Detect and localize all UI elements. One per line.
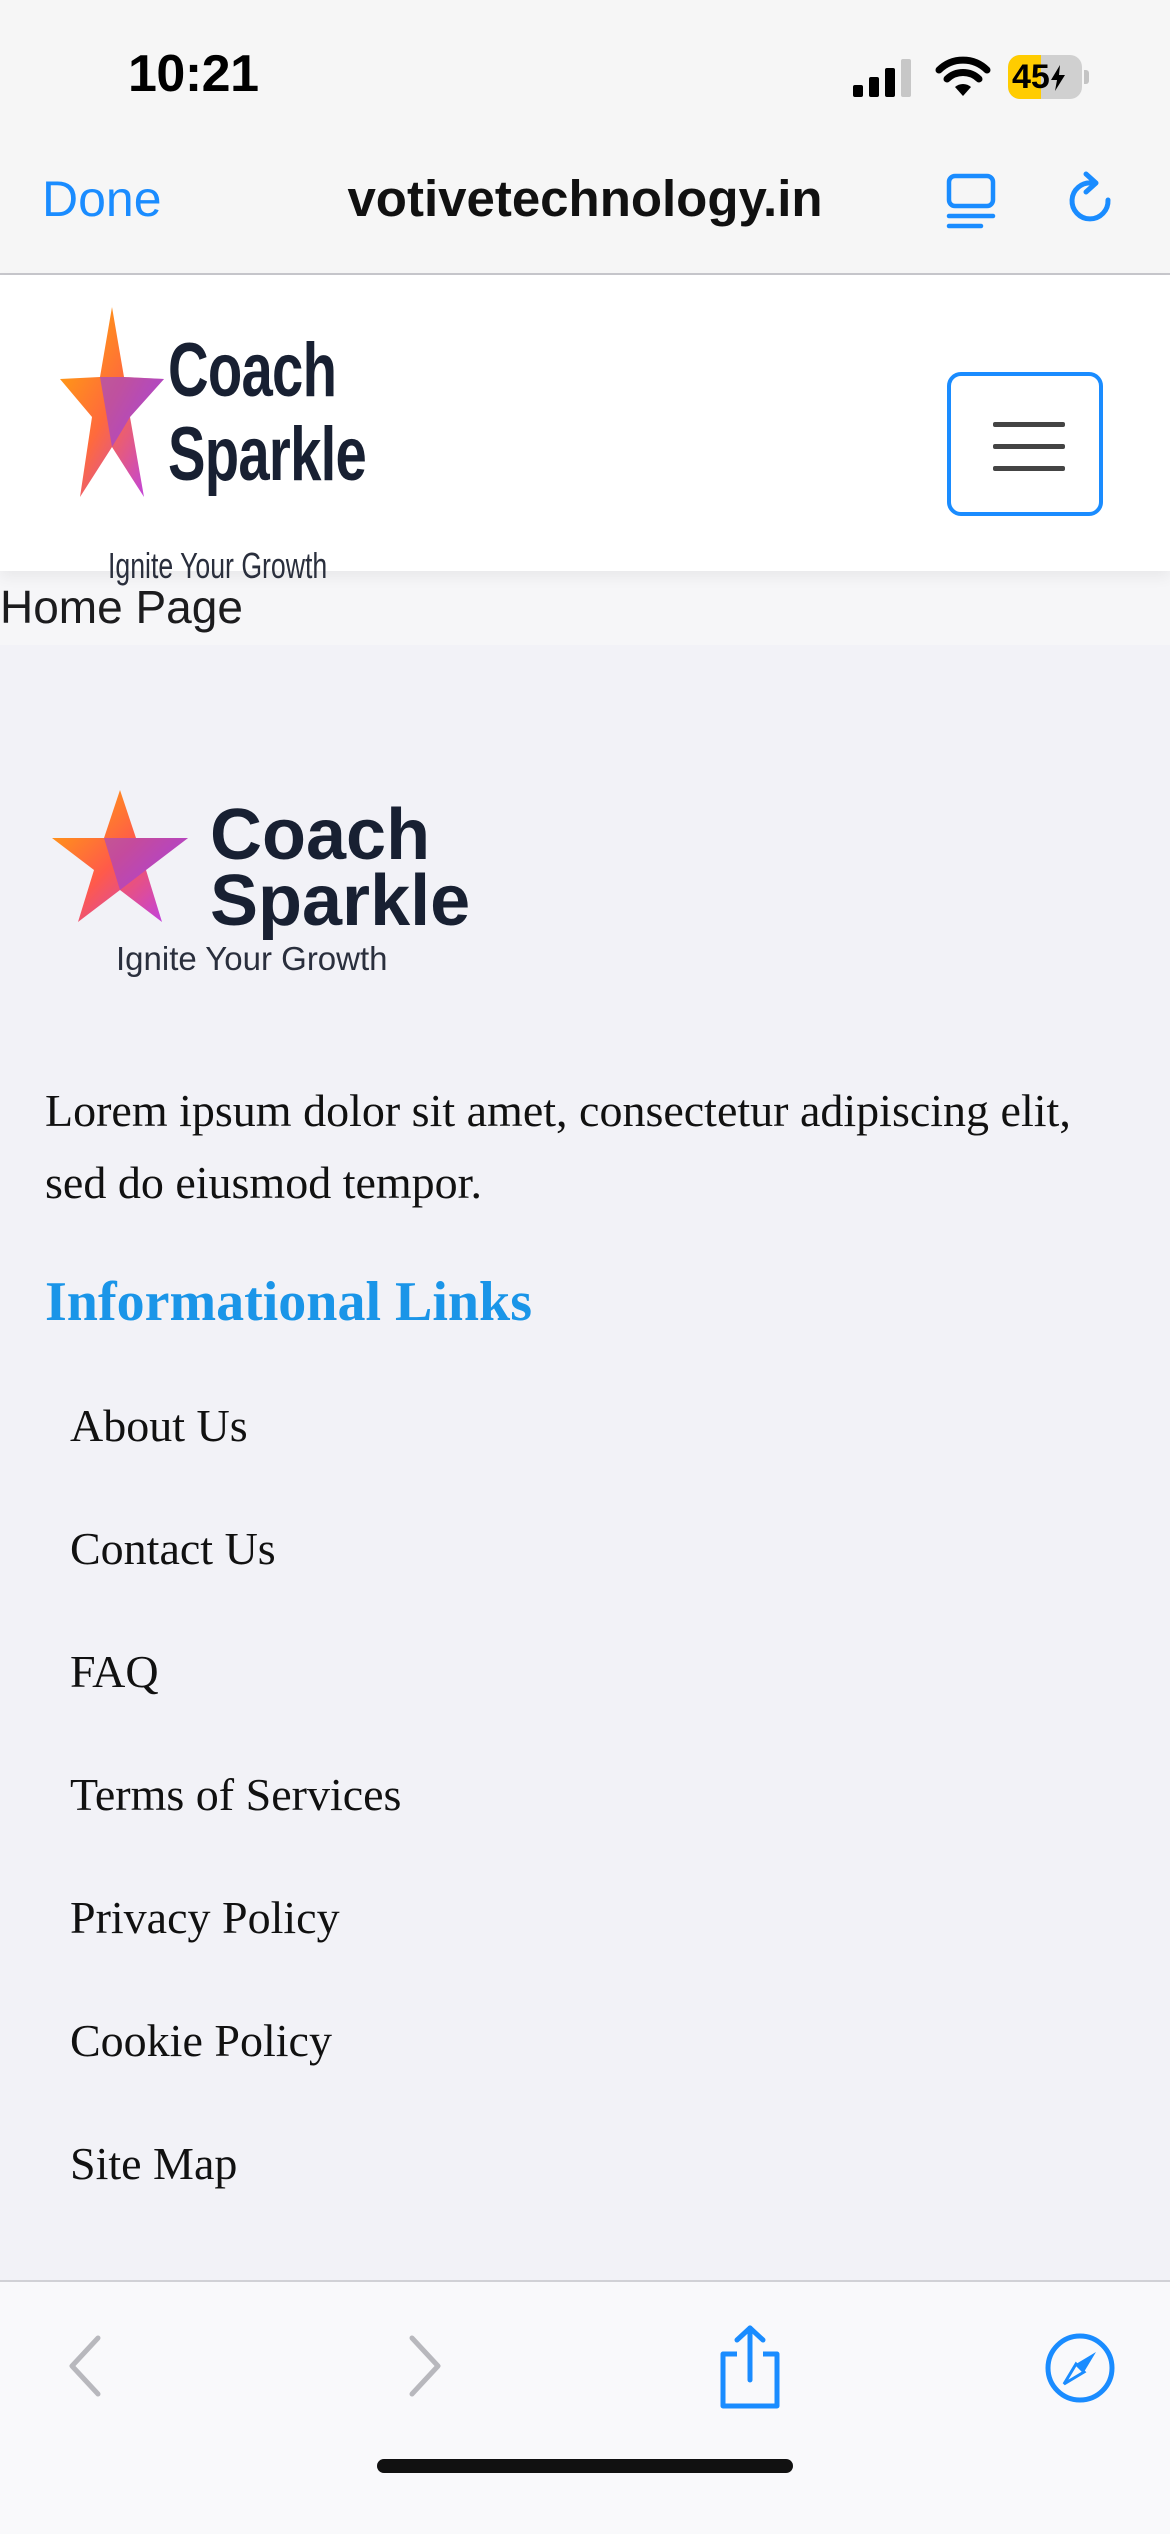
battery-indicator: 45	[1008, 55, 1089, 99]
site-header: Coach Sparkle Ignite Your Growth	[0, 275, 1170, 586]
logo-tagline: Ignite Your Growth	[116, 940, 388, 977]
charging-bolt-icon	[1050, 65, 1065, 91]
battery-body: 45	[1008, 55, 1082, 99]
compass-icon[interactable]	[1044, 2332, 1116, 2404]
logo-word-sparkle: Sparkle	[168, 412, 367, 497]
hamburger-line	[993, 422, 1065, 427]
share-icon[interactable]	[715, 2324, 785, 2410]
informational-links-heading: Informational Links	[45, 1271, 532, 1333]
footer-logo[interactable]: Coach Sparkle Ignite Your Growth	[50, 790, 490, 1000]
status-bar: 10:21 45	[0, 0, 1170, 150]
browser-toolbar	[0, 2280, 1170, 2534]
wifi-icon	[935, 56, 991, 96]
link-contact-us[interactable]: Contact Us	[70, 1523, 401, 1646]
hamburger-line	[993, 466, 1065, 471]
home-indicator	[377, 2459, 793, 2473]
footer-description: Lorem ipsum dolor sit amet, consectetur …	[45, 1085, 1071, 1208]
logo-word-coach: Coach	[168, 328, 337, 413]
back-icon[interactable]	[66, 2334, 106, 2398]
link-privacy-policy[interactable]: Privacy Policy	[70, 1892, 401, 2015]
informational-links-list: About Us Contact Us FAQ Terms of Service…	[70, 1400, 401, 2261]
link-site-map[interactable]: Site Map	[70, 2138, 401, 2261]
menu-toggle-button[interactable]	[947, 372, 1103, 516]
link-cookie-policy[interactable]: Cookie Policy	[70, 2015, 401, 2138]
star-logo-icon	[60, 307, 164, 497]
star-logo-icon	[52, 790, 188, 922]
link-terms-of-services[interactable]: Terms of Services	[70, 1769, 401, 1892]
browser-address-bar: Done votivetechnology.in	[0, 150, 1170, 275]
status-time: 10:21	[128, 45, 259, 103]
battery-level-text: 45	[1012, 59, 1066, 95]
footer: Coach Sparkle Ignite Your Growth Lorem i…	[0, 645, 1170, 2280]
battery-cap	[1084, 70, 1089, 84]
header-logo[interactable]: Coach Sparkle Ignite Your Growth	[60, 307, 370, 607]
reload-icon[interactable]	[1062, 170, 1120, 232]
forward-icon[interactable]	[404, 2334, 444, 2398]
link-about-us[interactable]: About Us	[70, 1400, 401, 1523]
link-faq[interactable]: FAQ	[70, 1646, 401, 1769]
hamburger-line	[993, 444, 1065, 449]
reader-mode-icon[interactable]	[943, 170, 999, 232]
page-label: Home Page	[0, 581, 243, 633]
logo-word-sparkle: Sparkle	[210, 861, 471, 941]
cellular-signal-icon	[853, 59, 911, 97]
